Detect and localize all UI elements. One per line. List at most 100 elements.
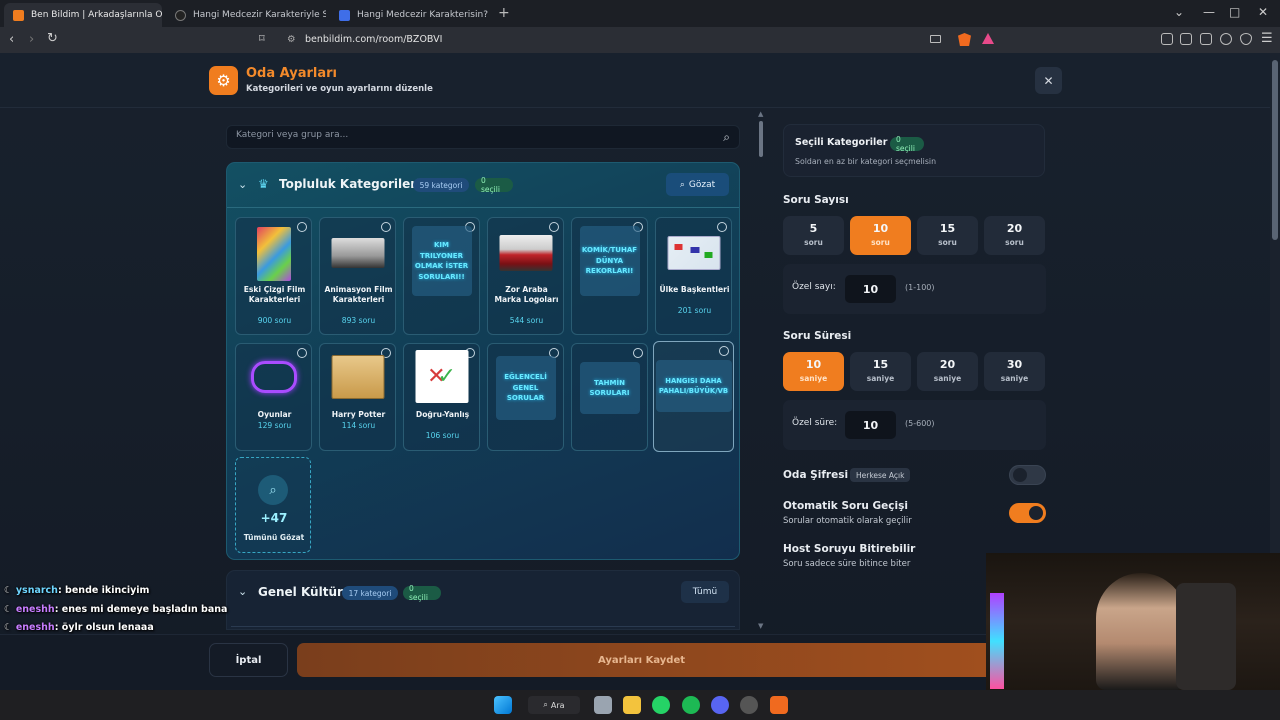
taskbar-search[interactable]: ⌕ Ara <box>528 696 580 714</box>
time-unit: saniye <box>866 374 895 383</box>
whatsapp-icon[interactable] <box>652 696 670 714</box>
left-scroll-thumb[interactable] <box>759 121 763 157</box>
category-card[interactable]: KOMİK/TUHAF DÜNYA REKORLARI! <box>571 217 648 335</box>
category-card[interactable]: HANGISI DAHA PAHALI/BÜYÜK/VB <box>653 341 734 452</box>
select-radio[interactable] <box>633 348 643 358</box>
leo-ai-icon[interactable] <box>1220 33 1232 45</box>
brave-browser-icon[interactable] <box>770 696 788 714</box>
cartoon-characters-image <box>256 227 291 281</box>
cast-icon[interactable] <box>930 35 941 43</box>
category-name: Oyunlar <box>257 410 292 419</box>
select-radio[interactable] <box>297 348 307 358</box>
wallet-icon[interactable] <box>1200 33 1212 45</box>
question-time-label: Soru Süresi <box>783 330 852 342</box>
sidebar-icon[interactable] <box>1180 33 1192 45</box>
custom-time-input[interactable]: 10 <box>845 411 896 439</box>
browser-tab[interactable]: Ben Bildim | Arkadaşlarınla Onlin ✕ <box>4 3 162 27</box>
page-scroll-thumb[interactable] <box>1272 60 1278 240</box>
category-card[interactable]: KIM TRILYONER OLMAK İSTER SORULARI!! <box>403 217 480 335</box>
time-value: 10 <box>805 358 822 371</box>
back-icon[interactable]: ‹ <box>9 32 14 47</box>
custom-count-input[interactable]: 10 <box>845 275 896 303</box>
selected-title: Seçili Kategoriler <box>795 137 888 148</box>
count-value: 5 <box>809 222 818 235</box>
toggle-knob <box>1013 468 1027 482</box>
scroll-up-icon[interactable]: ▲ <box>758 110 763 118</box>
file-explorer-icon[interactable] <box>623 696 641 714</box>
left-scrollbar[interactable] <box>757 113 765 631</box>
bookmark-icon[interactable]: ⌑ <box>259 32 265 45</box>
search-icon: ⌕ <box>543 700 548 709</box>
menu-icon[interactable]: ☰ <box>1261 31 1273 46</box>
select-radio[interactable] <box>719 346 729 356</box>
tab-title: Hangi Medcezir Karakteriyle Sevgili O <box>193 10 326 20</box>
obs-icon[interactable] <box>740 696 758 714</box>
time-unit: saniye <box>1000 374 1029 383</box>
auto-next-toggle[interactable] <box>1009 503 1046 523</box>
category-card[interactable]: TAHMİN SORULARI <box>571 343 648 451</box>
count-option[interactable]: 20 soru <box>984 216 1045 255</box>
select-radio[interactable] <box>549 222 559 232</box>
room-password-toggle[interactable] <box>1009 465 1046 485</box>
browser-tab-bar: Ben Bildim | Arkadaşlarınla Onlin ✕ Hang… <box>0 0 1280 27</box>
category-search-input[interactable] <box>236 130 706 140</box>
count-option[interactable]: 15 soru <box>917 216 978 255</box>
custom-count-row: Özel sayı: 10 (1-100) <box>783 264 1046 314</box>
time-option[interactable]: 30 saniye <box>984 352 1045 391</box>
chat-text: : bende ikinciyim <box>57 585 150 596</box>
chevron-down-icon[interactable]: ⌄ <box>238 585 247 598</box>
category-card[interactable]: Animasyon Film Karakterleri 893 soru <box>319 217 396 335</box>
windows-start-icon[interactable] <box>494 696 512 714</box>
save-settings-button[interactable]: Ayarları Kaydet <box>297 643 986 677</box>
tab-search-icon[interactable]: ⌄ <box>1174 5 1184 19</box>
browser-tab[interactable]: Hangi Medcezir Karakterisin? - Test <box>330 3 490 27</box>
category-count: 893 soru <box>341 316 376 325</box>
count-option[interactable]: 5 soru <box>783 216 844 255</box>
reload-icon[interactable]: ↻ <box>47 31 58 46</box>
category-card[interactable]: Harry Potter 114 soru <box>319 343 396 451</box>
category-card[interactable]: Eski Çizgi Film Karakterleri 900 soru <box>235 217 312 335</box>
select-radio[interactable] <box>717 222 727 232</box>
category-count: 544 soru <box>509 316 544 325</box>
task-view-icon[interactable] <box>594 696 612 714</box>
time-option[interactable]: 20 saniye <box>917 352 978 391</box>
count-value: 10 <box>872 222 889 235</box>
select-radio[interactable] <box>297 222 307 232</box>
category-name: Animasyon Film Karakterleri <box>324 285 393 304</box>
brave-rewards-icon[interactable] <box>982 33 994 44</box>
url-field[interactable]: ⚙ benbildim.com/room/BZOBVI <box>284 30 1000 50</box>
category-card[interactable]: ✕ ✓ Doğru-Yanlış 106 soru <box>403 343 480 451</box>
minimize-icon[interactable]: — <box>1203 5 1215 19</box>
community-panel-header[interactable]: ⌄ ♛ Topluluk Kategorileri 59 kategori 0 … <box>227 163 739 208</box>
brave-shield-icon[interactable] <box>958 33 971 46</box>
search-icon[interactable]: ⌕ <box>723 130 730 145</box>
spotify-icon[interactable] <box>682 696 700 714</box>
selected-badge: 0 seçili <box>890 135 924 153</box>
browse-button[interactable]: ⌕ Gözat <box>666 173 729 196</box>
cancel-button[interactable]: İptal <box>209 643 288 677</box>
scroll-down-icon[interactable]: ▼ <box>758 622 763 630</box>
category-card[interactable]: Oyunlar 129 soru <box>235 343 312 451</box>
flag-shape <box>690 247 699 253</box>
time-option-selected[interactable]: 10 saniye <box>783 352 844 391</box>
category-card[interactable]: EĞLENCELİ GENEL SORULAR <box>487 343 564 451</box>
close-modal-button[interactable]: ✕ <box>1035 67 1062 94</box>
category-card[interactable]: Ülke Başkentleri 201 soru <box>655 217 732 335</box>
extensions-icon[interactable] <box>1161 33 1173 45</box>
count-value: 20 <box>1006 222 1023 235</box>
more-count: +47 <box>260 511 288 525</box>
select-radio[interactable] <box>381 222 391 232</box>
time-option[interactable]: 15 saniye <box>850 352 911 391</box>
discord-icon[interactable] <box>711 696 729 714</box>
count-option-selected[interactable]: 10 soru <box>850 216 911 255</box>
window-close-icon[interactable]: ✕ <box>1258 5 1268 19</box>
new-tab-icon[interactable]: + <box>498 5 510 21</box>
maximize-icon[interactable]: □ <box>1229 5 1240 19</box>
general-knowledge-panel[interactable]: ⌄ Genel Kültür 17 kategori 0 seçili Tümü <box>226 570 740 630</box>
browse-all-card[interactable]: ⌕ +47 Tümünü Gözat <box>235 457 311 553</box>
forward-icon[interactable]: › <box>29 32 34 47</box>
all-button[interactable]: Tümü <box>681 581 729 603</box>
browser-tab[interactable]: Hangi Medcezir Karakteriyle Sevgili O <box>166 3 326 27</box>
category-card[interactable]: Zor Araba Marka Logoları 544 soru <box>487 217 564 335</box>
chevron-down-icon[interactable]: ⌄ <box>238 178 247 191</box>
